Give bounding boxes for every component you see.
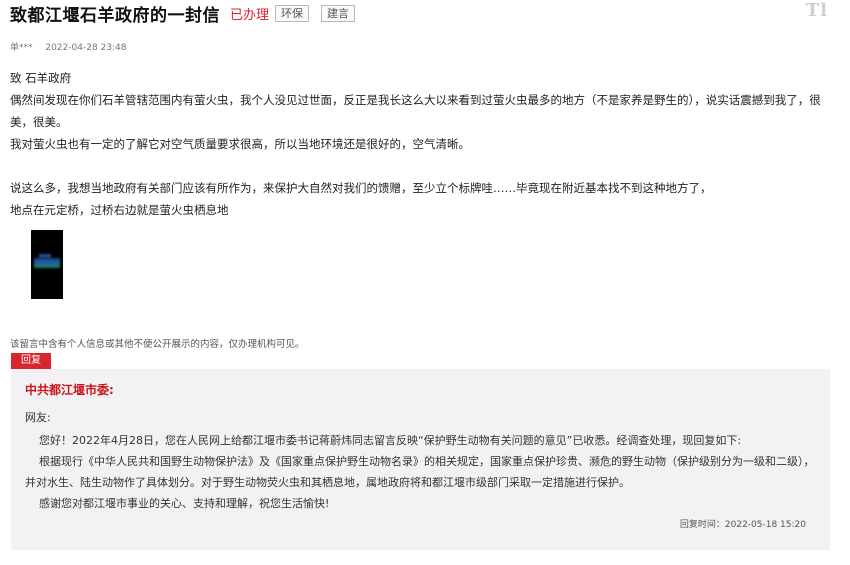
page-title: 致都江堰石羊政府的一封信 <box>10 5 220 26</box>
letter-salutation: 致 石羊政府 <box>10 71 72 85</box>
letter-paragraph: 地点在元定桥，过桥右边就是萤火虫栖息地 <box>10 203 229 217</box>
reply-organization: 中共都江堰市委: <box>25 383 114 397</box>
reply-time: 回复时间：2022-05-18 15:20 <box>679 520 806 530</box>
tag-suggestion[interactable]: 建言 <box>321 4 356 22</box>
letter-paragraph: 我对萤火虫也有一定的了解它对空气质量要求很高，所以当地环境还是很好的，空气清晰。 <box>10 137 470 151</box>
reply-box: 中共都江堰市委: 网友: 您好！2022年4月28日，您在人民网上给都江堰市委书… <box>11 369 830 550</box>
firefly-photo[interactable] <box>31 230 63 299</box>
reply-paragraph: 您好！2022年4月28日，您在人民网上给都江堰市委书记蒋蔚炜同志留言反映“保护… <box>39 434 742 447</box>
letter-paragraph: 偶然间发现在你们石羊管辖范围内有萤火虫，我个人没见过世面，反正是我长这么大以来看… <box>10 93 821 129</box>
letter-paragraph: 说这么多，我想当地政府有关部门应该有所作为，来保护大自然对我们的馈赠，至少立个标… <box>10 181 712 195</box>
privacy-notice: 该留言中含有个人信息或其他不便公开展示的内容，仅办理机构可见。 <box>10 339 305 350</box>
reply-greeting: 网友: <box>25 411 51 424</box>
title-row: 致都江堰石羊政府的一封信 已办理 环保 建言 <box>10 2 356 26</box>
tag-environment[interactable]: 环保 <box>275 4 310 22</box>
reply-body: 网友: 您好！2022年4月28日，您在人民网上给都江堰市委书记蒋蔚炜同志留言反… <box>25 407 821 514</box>
letter-body: 致 石羊政府 偶然间发现在你们石羊管辖范围内有萤火虫，我个人没见过世面，反正是我… <box>10 67 832 221</box>
reply-tab[interactable]: 回复 <box>11 353 51 369</box>
post-datetime: 2022-04-28 23:48 <box>45 43 127 53</box>
photo-light <box>34 258 60 268</box>
reply-paragraph: 根据现行《中华人民共和国野生动物保护法》及《国家重点保护野生动物名录》的相关规定… <box>25 455 815 489</box>
post-meta: 单*** 2022-04-28 23:48 <box>10 40 127 53</box>
status-badge: 已办理 <box>230 7 270 23</box>
reply-paragraph: 感谢您对都江堰市事业的关心、支持和理解，祝您生活愉快! <box>39 497 330 510</box>
author-name: 单*** <box>10 43 33 53</box>
site-logo: Tl <box>805 0 828 21</box>
